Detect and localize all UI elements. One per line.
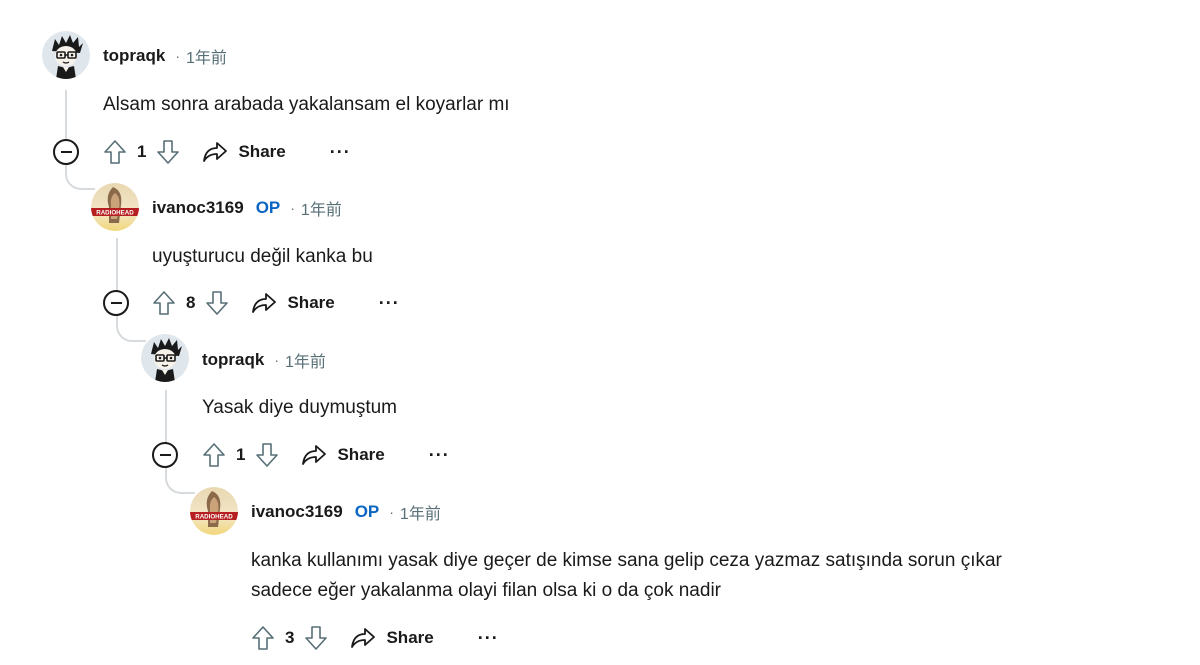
- avatar[interactable]: RADIOHEAD: [190, 487, 238, 535]
- share-icon: [203, 142, 228, 162]
- separator-dot: ·: [389, 504, 394, 520]
- op-badge: OP: [255, 198, 281, 217]
- timestamp[interactable]: 1年前: [186, 44, 227, 68]
- vote-count: 3: [285, 628, 295, 647]
- more-options-button[interactable]: ···: [478, 628, 499, 649]
- timestamp[interactable]: 1年前: [400, 500, 441, 524]
- downvote-icon[interactable]: [156, 139, 180, 165]
- downvote-icon[interactable]: [205, 290, 229, 316]
- share-button[interactable]: Share: [301, 444, 385, 466]
- comment-actions: 1 Share ···: [103, 137, 351, 167]
- radiohead-avatar-icon: RADIOHEAD: [91, 183, 139, 231]
- svg-text:RADIOHEAD: RADIOHEAD: [195, 514, 233, 521]
- vote-count: 1: [236, 445, 246, 464]
- more-options-button[interactable]: ···: [429, 445, 450, 466]
- comment-actions: 1 Share ···: [202, 440, 450, 470]
- more-options-button[interactable]: ···: [330, 142, 351, 163]
- comment-meta: topraqk · 1年前: [103, 44, 227, 68]
- thread-line[interactable]: [116, 315, 146, 342]
- username[interactable]: topraqk: [202, 350, 264, 370]
- share-button[interactable]: Share: [350, 627, 434, 649]
- comment-meta: ivanoc3169 OP · 1年前: [152, 196, 342, 220]
- share-icon: [252, 293, 277, 313]
- radiohead-avatar-icon: RADIOHEAD: [190, 487, 238, 535]
- comment-body: Yasak diye duymuştum: [202, 393, 397, 423]
- thread-line[interactable]: [65, 164, 95, 190]
- username[interactable]: ivanoc3169: [152, 198, 244, 218]
- upvote-icon[interactable]: [152, 290, 176, 316]
- separator-dot: ·: [274, 352, 280, 368]
- share-icon: [351, 628, 376, 648]
- cartoon-avatar-icon: [42, 31, 90, 79]
- comment-body: Alsam sonra arabada yakalansam el koyarl…: [103, 90, 510, 120]
- comment-text: kanka kullanımı yasak diye geçer de kims…: [251, 550, 1002, 571]
- timestamp[interactable]: 1年前: [285, 348, 326, 372]
- minus-icon: [159, 454, 171, 456]
- separator-dot: ·: [175, 48, 181, 64]
- collapse-button[interactable]: [53, 139, 79, 165]
- cartoon-avatar-icon: [141, 334, 189, 382]
- downvote-icon[interactable]: [255, 442, 279, 468]
- comment-text: uyuşturucu değil kanka bu: [152, 246, 373, 267]
- collapse-button[interactable]: [152, 442, 178, 468]
- avatar[interactable]: RADIOHEAD: [91, 183, 139, 231]
- upvote-icon[interactable]: [202, 442, 226, 468]
- upvote-icon[interactable]: [251, 625, 275, 651]
- timestamp[interactable]: 1年前: [301, 196, 342, 220]
- thread-line[interactable]: [165, 467, 195, 494]
- vote-count: 8: [186, 293, 196, 312]
- comment-text: sadece eğer yakalanma olayi filan olsa k…: [251, 580, 721, 601]
- share-label: Share: [337, 445, 385, 464]
- avatar[interactable]: [42, 31, 90, 79]
- share-label: Share: [386, 628, 434, 647]
- comment-meta: topraqk · 1年前: [202, 348, 326, 372]
- separator-dot: ·: [290, 200, 295, 216]
- avatar[interactable]: [141, 334, 189, 382]
- share-icon: [302, 445, 327, 465]
- upvote-icon[interactable]: [103, 139, 127, 165]
- comment-thread: topraqk · 1年前 Alsam sonra arabada yakala…: [0, 0, 1200, 665]
- svg-text:RADIOHEAD: RADIOHEAD: [96, 210, 134, 217]
- minus-icon: [110, 302, 122, 304]
- share-button[interactable]: Share: [202, 141, 286, 163]
- thread-line[interactable]: [116, 238, 118, 292]
- downvote-icon[interactable]: [304, 625, 328, 651]
- comment-text: Yasak diye duymuştum: [202, 397, 398, 418]
- minus-icon: [60, 151, 72, 153]
- comment-body: kanka kullanımı yasak diye geçer de kims…: [251, 546, 1002, 606]
- collapse-button[interactable]: [103, 290, 129, 316]
- comment-actions: 3 Share ···: [251, 623, 499, 653]
- username[interactable]: topraqk: [103, 46, 165, 66]
- share-label: Share: [238, 142, 286, 161]
- op-badge: OP: [354, 502, 380, 521]
- vote-count: 1: [137, 142, 147, 161]
- more-options-button[interactable]: ···: [379, 293, 400, 314]
- share-button[interactable]: Share: [251, 292, 335, 314]
- comment-body: uyuşturucu değil kanka bu: [152, 242, 373, 272]
- thread-line[interactable]: [165, 390, 167, 444]
- comment-text: Alsam sonra arabada yakalansam el koyarl…: [103, 94, 510, 115]
- username[interactable]: ivanoc3169: [251, 502, 343, 522]
- share-label: Share: [287, 293, 335, 312]
- comment-actions: 8 Share ···: [152, 288, 400, 318]
- thread-line[interactable]: [65, 90, 67, 140]
- comment-meta: ivanoc3169 OP · 1年前: [251, 500, 441, 524]
